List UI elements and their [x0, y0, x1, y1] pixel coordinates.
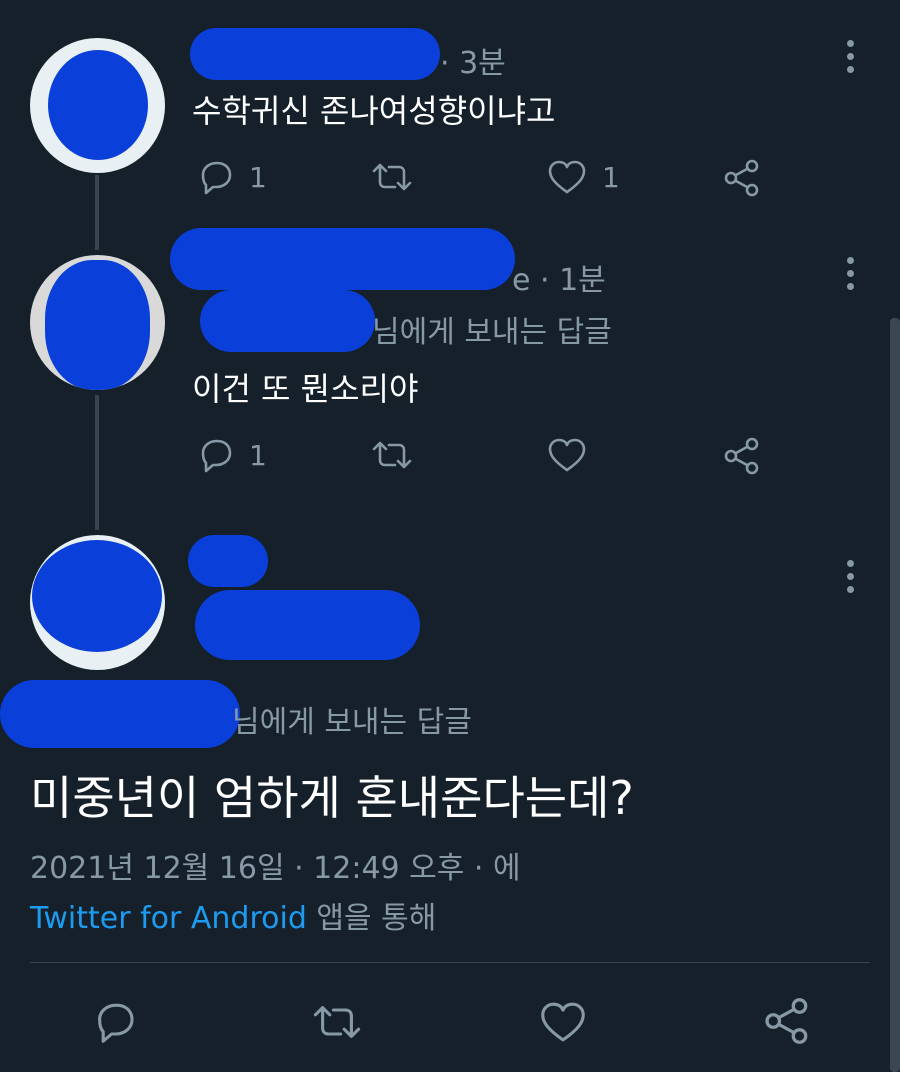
avatar[interactable] — [30, 255, 165, 390]
tweet-source: Twitter for Android 앱을 통해 — [30, 893, 436, 937]
share-icon — [724, 159, 759, 197]
reply-to-label: 님에게 보내는 답글 — [232, 705, 472, 740]
reply-button[interactable] — [90, 998, 138, 1046]
retweet-button[interactable] — [308, 998, 366, 1046]
thread-connector-2 — [95, 395, 99, 530]
more-vertical-icon[interactable] — [845, 257, 855, 296]
thread-connector-1 — [95, 175, 99, 250]
reply-icon — [201, 161, 232, 195]
retweet-button[interactable] — [368, 158, 416, 196]
tweet-text: 수학귀신 존나여성향이냐고 — [192, 92, 556, 130]
share-icon — [724, 437, 759, 475]
scrollbar[interactable] — [890, 318, 900, 1072]
share-icon — [765, 998, 808, 1044]
like-button[interactable]: 1 — [546, 158, 620, 196]
redacted-handle — [200, 290, 375, 352]
reply-button[interactable]: 1 — [195, 436, 267, 474]
source-suffix: 앱을 통해 — [306, 901, 437, 936]
retweet-icon — [372, 441, 412, 469]
avatar[interactable] — [30, 38, 165, 173]
share-button[interactable] — [722, 436, 762, 476]
share-button[interactable] — [722, 158, 762, 198]
tweet-time: · 3분 — [440, 46, 506, 81]
tweet-timestamp: 2021년 12월 16일 · 12:49 오후 · 에 — [30, 851, 521, 886]
retweet-button[interactable] — [368, 436, 416, 474]
reply-count: 1 — [249, 438, 267, 472]
like-button[interactable] — [546, 436, 588, 474]
tweet-text: 이건 또 뭔소리야 — [192, 370, 419, 408]
redacted-username — [170, 228, 515, 290]
tweet-time: e · 1분 — [512, 263, 606, 298]
heart-icon — [548, 438, 586, 472]
share-button[interactable] — [762, 996, 812, 1046]
divider — [30, 962, 870, 963]
heart-icon — [548, 160, 586, 194]
reply-count: 1 — [249, 160, 267, 194]
reply-icon — [98, 1003, 134, 1043]
more-vertical-icon[interactable] — [845, 40, 855, 79]
redacted-handle — [195, 590, 420, 660]
retweet-icon — [313, 1006, 361, 1038]
redacted-username — [188, 535, 268, 587]
like-button[interactable] — [538, 998, 588, 1046]
main-tweet-text: 미중년이 엄하게 혼내준다는데? — [30, 771, 634, 825]
redacted-reply-target — [0, 680, 240, 748]
heart-icon — [541, 1002, 585, 1042]
like-count: 1 — [602, 160, 620, 194]
reply-icon — [201, 439, 232, 473]
source-app-link[interactable]: Twitter for Android — [30, 901, 307, 936]
retweet-icon — [372, 163, 412, 191]
more-vertical-icon[interactable] — [845, 560, 855, 599]
redacted-username — [190, 28, 440, 80]
avatar[interactable] — [30, 535, 165, 670]
reply-button[interactable]: 1 — [195, 158, 267, 196]
reply-to-label: 님에게 보내는 답글 — [372, 315, 612, 350]
